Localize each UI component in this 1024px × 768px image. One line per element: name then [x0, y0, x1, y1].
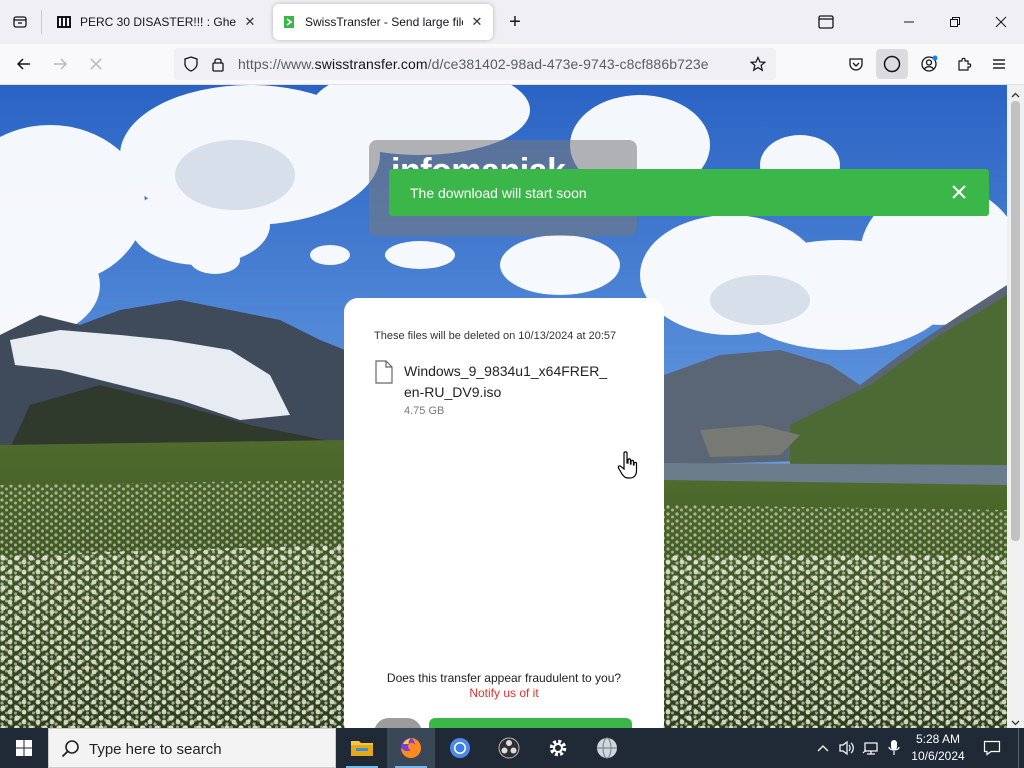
- scroll-down-arrow-icon[interactable]: [1011, 715, 1020, 726]
- file-icon: [374, 360, 394, 384]
- tab-title: PERC 30 DISASTER!!! : Ghetto Sn: [80, 15, 236, 29]
- list-all-tabs-icon[interactable]: [6, 10, 34, 34]
- account-icon[interactable]: [916, 52, 942, 76]
- tracking-protection-shield-icon[interactable]: [182, 56, 200, 72]
- obs-studio-icon[interactable]: [485, 728, 533, 768]
- tab-strip: PERC 30 DISASTER!!! : Ghetto Sn ✕ SwissT…: [0, 0, 1024, 44]
- notifications-icon[interactable]: [980, 728, 1004, 768]
- app-menu-icon[interactable]: [986, 52, 1012, 76]
- app-globe-icon[interactable]: [583, 728, 631, 768]
- start-button[interactable]: [0, 728, 48, 768]
- download-toast: The download will start soon: [389, 169, 989, 216]
- download-button[interactable]: [429, 718, 632, 728]
- expiry-notice: These files will be deleted on 10/13/202…: [374, 330, 617, 342]
- settings-gear-icon[interactable]: [534, 728, 582, 768]
- url-text[interactable]: https://www.swisstransfer.com/d/ce381402…: [238, 56, 709, 72]
- show-desktop-divider[interactable]: [1018, 728, 1019, 768]
- secondary-action-button[interactable]: [374, 718, 422, 728]
- clock-date: 10/6/2024: [911, 749, 965, 763]
- tab-swisstransfer[interactable]: SwissTransfer - Send large files s ✕: [273, 4, 493, 40]
- taskbar-search-box[interactable]: Type here to search: [48, 728, 336, 768]
- restore-icon[interactable]: [940, 10, 970, 34]
- reddit-favicon-icon: [56, 14, 72, 30]
- windows-logo-icon: [16, 740, 32, 756]
- system-clock[interactable]: 5:28 AM 10/6/2024: [900, 731, 976, 765]
- close-tab-icon[interactable]: ✕: [242, 14, 258, 30]
- extensions-puzzle-icon[interactable]: [951, 52, 977, 76]
- minimize-icon[interactable]: [894, 10, 924, 34]
- pocket-icon[interactable]: [843, 52, 869, 76]
- extension-circle-icon[interactable]: [876, 49, 908, 79]
- notify-fraud-link[interactable]: Notify us of it: [469, 686, 538, 700]
- file-name[interactable]: Windows_9_9834u1_x64FRER_en-RU_DV9.iso: [404, 361, 614, 403]
- page-viewport: infomaniak The download will start soon …: [0, 85, 1007, 728]
- scroll-up-arrow-icon[interactable]: [1011, 88, 1020, 98]
- search-icon: [61, 739, 81, 762]
- tab-title: SwissTransfer - Send large files s: [305, 15, 463, 29]
- lock-icon[interactable]: [210, 55, 226, 73]
- chrome-icon[interactable]: [436, 728, 484, 768]
- volume-icon[interactable]: [836, 728, 858, 768]
- address-bar[interactable]: https://www.swisstransfer.com/d/ce381402…: [174, 48, 776, 80]
- new-tab-icon[interactable]: +: [502, 10, 528, 34]
- navigation-toolbar: https://www.swisstransfer.com/d/ce381402…: [0, 44, 1024, 85]
- search-placeholder: Type here to search: [89, 741, 222, 758]
- scrollbar-thumb[interactable]: [1011, 101, 1020, 541]
- fraud-question: Does this transfer appear fraudulent to …: [386, 671, 622, 685]
- back-icon[interactable]: [10, 52, 38, 76]
- close-tab-icon[interactable]: ✕: [469, 14, 485, 30]
- file-explorer-icon[interactable]: [338, 728, 386, 768]
- close-toast-icon[interactable]: [949, 182, 969, 202]
- swisstransfer-favicon-icon: [281, 14, 297, 30]
- firefox-view-icon[interactable]: [813, 10, 839, 34]
- tab-reddit[interactable]: PERC 30 DISASTER!!! : Ghetto Sn ✕: [48, 4, 266, 40]
- file-size: 4.75 GB: [404, 405, 445, 417]
- clock-time: 5:28 AM: [915, 732, 961, 746]
- windows-taskbar: Type here to search 5:28 AM 10/6/2024: [0, 728, 1024, 768]
- close-window-icon[interactable]: [986, 10, 1016, 34]
- network-icon[interactable]: [860, 728, 882, 768]
- transfer-card: These files will be deleted on 10/13/202…: [344, 298, 664, 728]
- hand-cursor-icon: [617, 451, 639, 481]
- show-hidden-icons-chevron-icon[interactable]: [812, 728, 834, 768]
- toast-message: The download will start soon: [410, 185, 587, 201]
- bookmark-star-icon[interactable]: [748, 55, 768, 73]
- firefox-icon[interactable]: [387, 728, 435, 768]
- forward-icon[interactable]: [46, 52, 74, 76]
- fraud-report: Does this transfer appear fraudulent to …: [344, 671, 664, 701]
- stop-loading-icon[interactable]: [82, 52, 110, 76]
- page-scrollbar[interactable]: [1007, 85, 1024, 728]
